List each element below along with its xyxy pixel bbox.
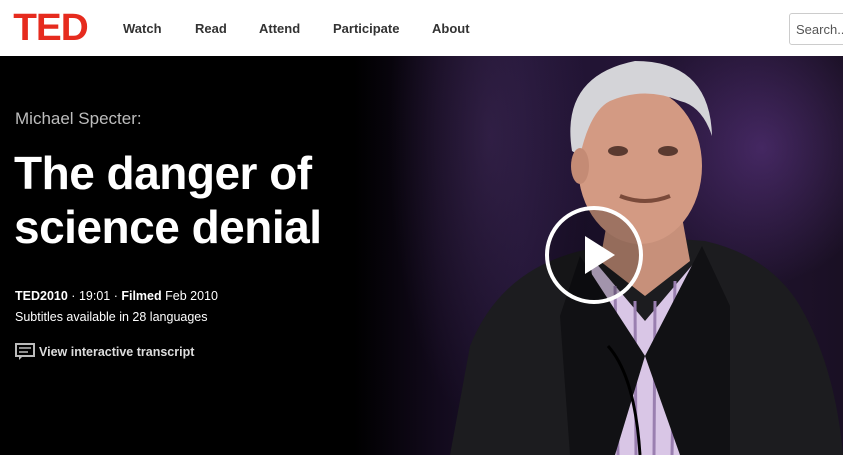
talk-hero: Michael Specter: The danger of science d…: [0, 56, 843, 455]
talk-duration: 19:01: [78, 289, 111, 303]
filmed-date: Feb 2010: [165, 289, 218, 303]
subtitles-info[interactable]: Subtitles available in 28 languages: [15, 310, 208, 324]
nav-participate[interactable]: Participate: [333, 21, 400, 36]
nav-watch[interactable]: Watch: [123, 21, 163, 36]
main-nav: Watch Read Attend Participate About: [123, 0, 504, 56]
play-button[interactable]: [545, 206, 643, 304]
site-header: TED Watch Read Attend Participate About: [0, 0, 843, 56]
filmed-label: Filmed: [121, 289, 162, 303]
separator: ·: [71, 289, 79, 303]
nav-about[interactable]: About: [432, 21, 472, 36]
transcript-link[interactable]: View interactive transcript: [15, 343, 194, 361]
ted-logo[interactable]: TED: [13, 9, 88, 47]
transcript-label: View interactive transcript: [39, 345, 195, 359]
play-icon: [585, 236, 615, 274]
event-name[interactable]: TED2010: [15, 289, 68, 303]
nav-attend[interactable]: Attend: [259, 21, 301, 36]
speech-bubble-icon: [15, 343, 35, 360]
nav-read[interactable]: Read: [195, 21, 227, 36]
talk-meta: TED2010 · 19:01 · Filmed Feb 2010: [15, 289, 218, 303]
speaker-name: Michael Specter:: [15, 109, 142, 128]
talk-title: The danger of science denial: [14, 147, 322, 253]
search-input[interactable]: [789, 13, 843, 45]
